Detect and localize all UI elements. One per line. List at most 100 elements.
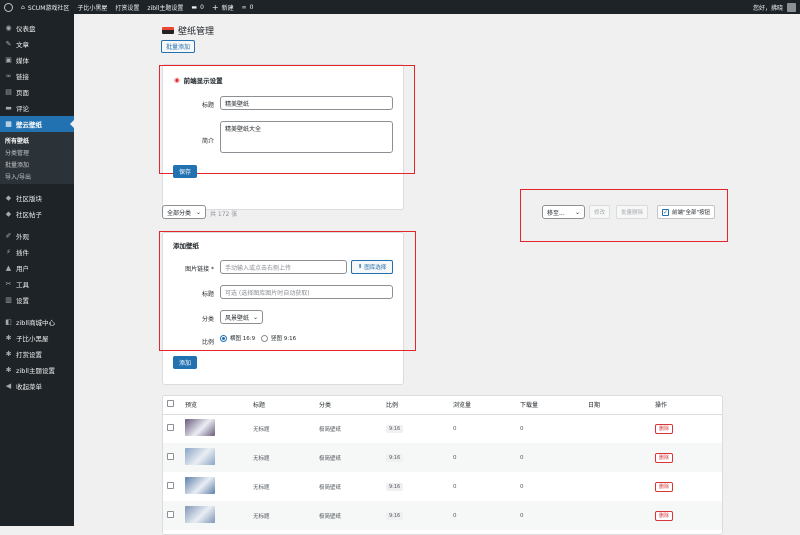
- user-greeting[interactable]: 您好，拂晓: [753, 3, 783, 12]
- add-title-label: 标题: [201, 291, 214, 298]
- date-cell: [584, 530, 651, 534]
- views-cell: 0: [449, 443, 516, 472]
- frontend-intro-textarea[interactable]: 精美壁纸大全: [220, 121, 393, 153]
- delete-button[interactable]: 删除: [655, 511, 674, 521]
- wallpaper-thumbnail[interactable]: [185, 506, 215, 523]
- row-checkbox[interactable]: [167, 453, 174, 460]
- add-category-select[interactable]: 风景壁纸 ⌄: [220, 310, 263, 324]
- header-views: 浏览量: [449, 396, 516, 415]
- image-link-input[interactable]: 手动输入或点击右侧上传: [220, 260, 347, 274]
- row-checkbox[interactable]: [167, 511, 174, 518]
- sidebar-item-label: 社区帖子: [16, 211, 42, 219]
- select-all-checkbox[interactable]: [167, 400, 174, 408]
- adminbar-item-blackhouse[interactable]: 子比小黑屋: [73, 0, 111, 14]
- delete-button[interactable]: 删除: [655, 424, 674, 435]
- sidebar-item-pin[interactable]: ✎ 文章: [0, 36, 74, 52]
- wallpaper-table: 预览 标题 分类 比例 浏览量 下载量 日期 操作 无标题 极简壁纸 9:16 0 0 删…: [163, 396, 722, 534]
- ratio-option-portrait[interactable]: 竖图 9:16: [261, 334, 296, 342]
- wallpaper-thumbnail[interactable]: [185, 419, 215, 437]
- link-icon: ∞: [241, 3, 247, 11]
- sidebar-item-gear[interactable]: ✱ 打赏设置: [0, 346, 74, 362]
- sidebar-item-shop[interactable]: ◧ zibll商城中心: [0, 314, 74, 330]
- sidebar-item-gear[interactable]: ✱ 子比小黑屋: [0, 330, 74, 346]
- move-to-select[interactable]: 移至... ⌄: [542, 205, 585, 219]
- add-submit-button[interactable]: 添加: [173, 356, 198, 369]
- wallpaper-title-icon: [162, 27, 174, 34]
- new-content-link[interactable]: + 新建: [208, 0, 238, 14]
- sidebar-item-gear[interactable]: ✱ zibll主题设置: [0, 362, 74, 378]
- add-title-input[interactable]: 可选 (选择图库图片时自动获取): [220, 285, 393, 299]
- comments-link[interactable]: ▬ 0: [187, 0, 208, 14]
- sidebar-item-plugin[interactable]: ⚡ 插件: [0, 244, 74, 260]
- title-cell: 无标题: [253, 426, 270, 433]
- ratio-badge: 9:16: [386, 424, 404, 433]
- show-all-toggle[interactable]: ✓ 前端"全部"按钮: [657, 205, 716, 219]
- main-content: 壁纸管理 批量添加 ◉ 前端显示设置 标题 精美壁纸 简介 精美壁纸大全 保存 …: [74, 14, 800, 535]
- show-all-checkbox[interactable]: ✓: [662, 208, 669, 216]
- sidebar-item-link[interactable]: ∞ 链接: [0, 68, 74, 84]
- sidebar-item-collapse[interactable]: ◀ 收起菜单: [0, 378, 74, 394]
- sidebar-item-forum[interactable]: ◆ 社区版块: [0, 190, 74, 206]
- media-icon: ▣: [5, 56, 12, 64]
- sidebar-item-wallpaper[interactable]: ▦ 壁云壁纸: [0, 116, 74, 132]
- bulk-delete-button[interactable]: 批量删除: [616, 205, 649, 219]
- row-checkbox[interactable]: [167, 424, 174, 432]
- submenu-item-bulk-add[interactable]: 批量添加: [0, 158, 74, 170]
- show-all-label: 前端"全部"按钮: [672, 210, 711, 216]
- wordpress-logo-icon: [4, 2, 13, 12]
- ratio-badge: 9:16: [386, 482, 404, 491]
- library-select-button[interactable]: ⬆ 图库选择: [351, 260, 393, 274]
- chevron-down-icon: ⌄: [574, 208, 580, 216]
- sidebar-item-appearance[interactable]: ✐ 外观: [0, 228, 74, 244]
- preview-cell: [181, 443, 249, 472]
- radio-unchecked[interactable]: [261, 334, 268, 342]
- frontend-title-label: 标题: [201, 102, 214, 109]
- frontend-title-input[interactable]: 精美壁纸: [220, 96, 393, 110]
- submenu-item-import-export[interactable]: 导入/导出: [0, 170, 74, 182]
- header-actions: 操作: [651, 396, 722, 415]
- modify-button[interactable]: 修改: [589, 205, 611, 219]
- sidebar-item-comment[interactable]: ▬ 评论: [0, 100, 74, 116]
- sidebar-item-media[interactable]: ▣ 媒体: [0, 52, 74, 68]
- radio-checked[interactable]: [220, 334, 227, 342]
- submenu-item-all-wallpapers[interactable]: 所有壁纸: [0, 134, 74, 146]
- sidebar-item-label: 媒体: [16, 57, 29, 65]
- category-filter-select[interactable]: 全部分类 ⌄: [162, 205, 206, 219]
- avatar[interactable]: [787, 2, 796, 12]
- delete-button[interactable]: 删除: [655, 453, 674, 463]
- site-name-link[interactable]: ⌂ SCUM游戏社区: [17, 0, 73, 14]
- delete-button[interactable]: 删除: [655, 482, 674, 492]
- save-button[interactable]: 保存: [173, 165, 198, 178]
- header-downloads: 下载量: [516, 396, 584, 415]
- row-checkbox[interactable]: [167, 482, 174, 489]
- admin-sidebar: ◉ 仪表盘 ✎ 文章 ▣ 媒体 ∞ 链接 ▤ 页面 ▬ 评论 ▦ 壁云壁纸 所有壁纸 分类管理 批量添加 …: [0, 14, 74, 526]
- sidebar-item-label: 收起菜单: [16, 383, 42, 391]
- sidebar-item-settings[interactable]: ▥ 设置: [0, 292, 74, 308]
- bulk-add-button[interactable]: 批量添加: [161, 40, 196, 53]
- sidebar-item-label: 外观: [16, 233, 29, 241]
- wallpaper-thumbnail[interactable]: [185, 477, 215, 494]
- submenu-item-categories[interactable]: 分类管理: [0, 146, 74, 158]
- ratio-cell: 9:16: [382, 530, 449, 534]
- sidebar-item-dashboard[interactable]: ◉ 仪表盘: [0, 20, 74, 36]
- links-link[interactable]: ∞ 0: [238, 0, 258, 14]
- add-wallpaper-heading: 添加壁纸: [173, 242, 199, 250]
- sidebar-item-forum-post[interactable]: ◆ 社区帖子: [0, 206, 74, 222]
- ratio-option-landscape[interactable]: 横图 16:9: [220, 334, 255, 342]
- adminbar-item-theme[interactable]: zibll主题设置: [143, 0, 187, 14]
- sidebar-item-users[interactable]: ▲ 用户: [0, 260, 74, 276]
- downloads-cell: 0: [516, 443, 584, 472]
- wallpaper-thumbnail[interactable]: [185, 448, 215, 465]
- sidebar-item-page[interactable]: ▤ 页面: [0, 84, 74, 100]
- adminbar-item-reward[interactable]: 打赏设置: [111, 0, 143, 14]
- plus-icon: +: [211, 2, 219, 12]
- link-icon: ∞: [5, 72, 12, 80]
- ratio-label: 比例: [201, 339, 214, 346]
- sidebar-item-tools[interactable]: ✂ 工具: [0, 276, 74, 292]
- wordpress-logo[interactable]: [0, 0, 17, 14]
- sidebar-item-label: 页面: [16, 89, 29, 97]
- views-cell: 0: [453, 425, 457, 432]
- category-cell: 极简壁纸: [315, 530, 382, 534]
- row-select-cell: [163, 472, 181, 501]
- page-title: 壁纸管理: [178, 27, 215, 37]
